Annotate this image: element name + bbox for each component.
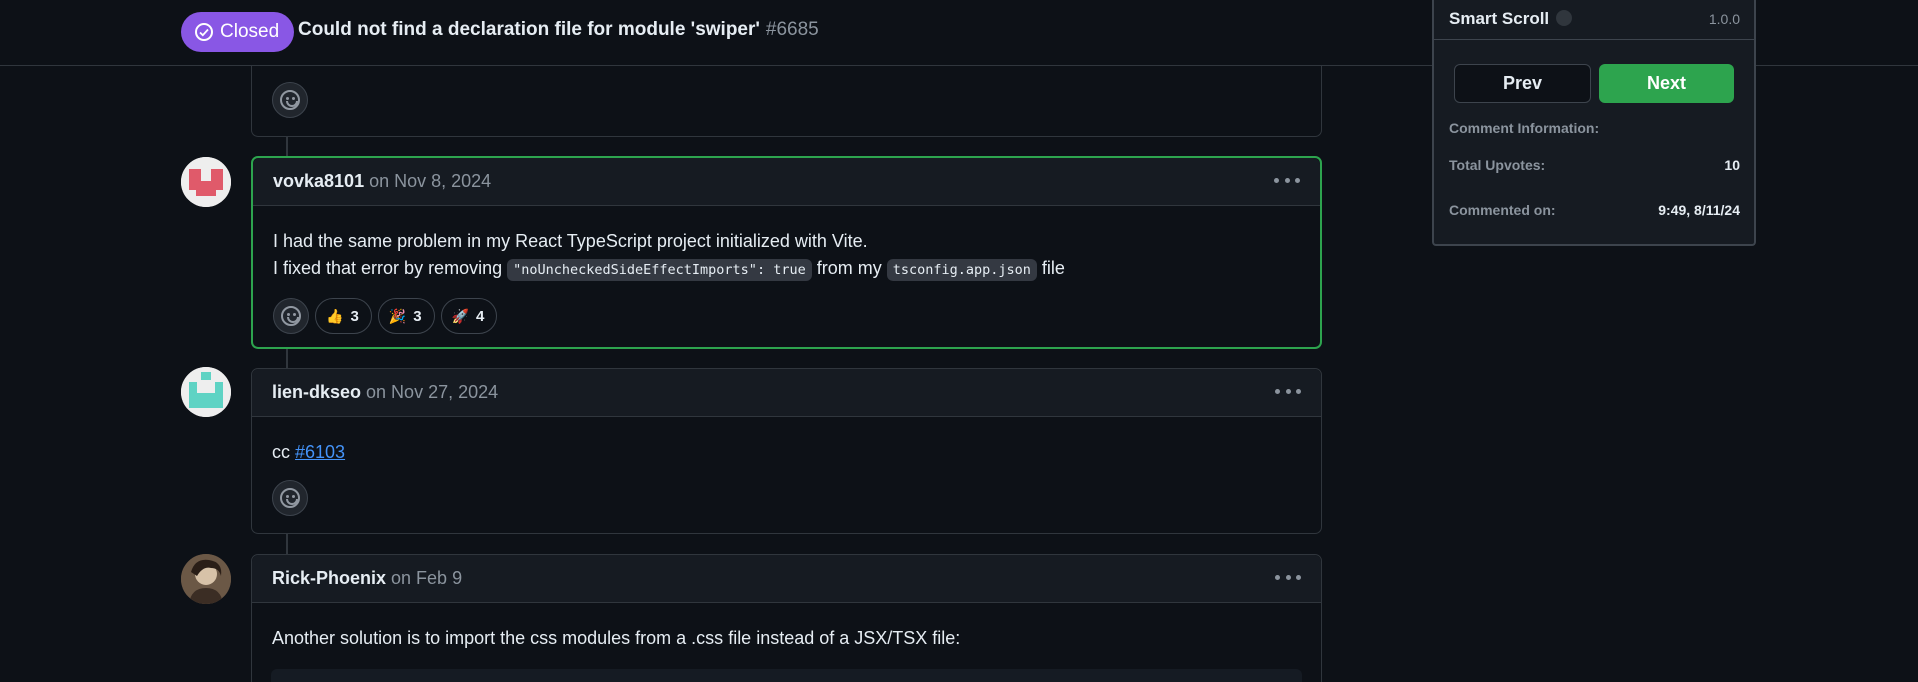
- add-reaction-button[interactable]: [272, 480, 308, 516]
- total-upvotes-value: 10: [1724, 157, 1740, 173]
- reaction-count: 3: [413, 307, 422, 325]
- issue-number: #6685: [765, 19, 819, 40]
- total-upvotes-label: Total Upvotes:: [1449, 157, 1546, 173]
- text-fragment: I fixed that error by removing: [273, 258, 508, 278]
- comment-header: Rick-Phoenix on Feb 9: [252, 555, 1321, 603]
- avatar[interactable]: [181, 157, 231, 207]
- comment-card: vovka8101 on Nov 8, 2024 I had the same …: [251, 156, 1322, 349]
- smiley-icon: [280, 488, 300, 508]
- comment-body: I had the same problem in my React TypeS…: [253, 206, 1320, 350]
- comment-line: cc #6103: [272, 439, 1301, 466]
- comment-header: vovka8101 on Nov 8, 2024: [253, 158, 1320, 206]
- more-options-icon[interactable]: [1274, 170, 1300, 190]
- issue-link[interactable]: #6103: [295, 442, 345, 462]
- photo-avatar-icon: [181, 554, 231, 604]
- inline-code: tsconfig.app.json: [886, 259, 1037, 281]
- avatar[interactable]: [181, 367, 231, 417]
- reaction-rocket[interactable]: 🚀 4: [440, 298, 498, 334]
- commented-on-label: Commented on:: [1449, 202, 1556, 218]
- reactions-bar: 👍 3 🎉 3 🚀 4: [273, 298, 1300, 334]
- code-block: [271, 669, 1302, 682]
- comment-date[interactable]: on Nov 27, 2024: [366, 382, 498, 403]
- comment-card: lien-dkseo on Nov 27, 2024 cc #6103: [251, 368, 1322, 534]
- timeline-connector: [286, 348, 288, 368]
- check-circle-icon: [195, 23, 213, 41]
- comment-line: I fixed that error by removing "noUnchec…: [273, 255, 1300, 284]
- issue-title[interactable]: Could not find a declaration file for mo…: [298, 19, 819, 41]
- state-label: Closed: [220, 21, 280, 42]
- party-popper-icon: 🎉: [388, 307, 407, 324]
- closed-state-badge: Closed: [181, 12, 295, 52]
- comment-line: Another solution is to import the css mo…: [272, 628, 961, 648]
- text-fragment: cc: [272, 442, 296, 462]
- add-reaction-button[interactable]: [273, 298, 309, 334]
- smart-scroll-version: 1.0.0: [1708, 11, 1740, 27]
- inline-code: "noUncheckedSideEffectImports": true: [507, 259, 812, 281]
- smart-scroll-header: Smart Scroll 1.0.0: [1434, 0, 1754, 40]
- comment-date[interactable]: on Nov 8, 2024: [369, 171, 491, 192]
- comment-date[interactable]: on Feb 9: [391, 568, 462, 589]
- issue-title-text: Could not find a declaration file for mo…: [298, 19, 760, 40]
- reaction-hooray[interactable]: 🎉 3: [377, 298, 435, 334]
- reactions-bar: [272, 480, 1301, 516]
- comment-line: I had the same problem in my React TypeS…: [273, 231, 868, 251]
- text-fragment: from my: [811, 258, 887, 278]
- commented-on-value: 9:49, 8/11/24: [1658, 202, 1740, 218]
- comment-body: Another solution is to import the css mo…: [252, 603, 1321, 668]
- comment-information-label: Comment Information:: [1449, 120, 1600, 136]
- prev-button[interactable]: Prev: [1454, 64, 1591, 103]
- more-options-icon[interactable]: [1275, 381, 1301, 401]
- comment-author[interactable]: vovka8101: [273, 171, 364, 192]
- comment-header: lien-dkseo on Nov 27, 2024: [252, 369, 1321, 417]
- identicon-avatar-icon: [181, 157, 231, 207]
- smiley-icon: [280, 90, 300, 110]
- github-icon[interactable]: [1556, 10, 1572, 26]
- timeline-connector: [286, 534, 288, 554]
- add-reaction-button[interactable]: [272, 82, 308, 118]
- comment-card: Rick-Phoenix on Feb 9 Another solution i…: [251, 554, 1322, 682]
- smart-scroll-panel: Smart Scroll 1.0.0 Prev Next Comment Inf…: [1432, 0, 1756, 246]
- reaction-thumbs-up[interactable]: 👍 3: [315, 298, 372, 334]
- next-button[interactable]: Next: [1599, 64, 1734, 103]
- smiley-icon: [281, 306, 301, 326]
- reaction-count: 3: [350, 307, 359, 325]
- rocket-icon: 🚀: [451, 307, 469, 324]
- thumbs-up-icon: 👍: [326, 307, 344, 324]
- smart-scroll-title: Smart Scroll: [1449, 9, 1550, 28]
- comment-body: cc #6103: [252, 417, 1321, 532]
- timeline-connector: [286, 136, 288, 156]
- more-options-icon[interactable]: [1275, 567, 1301, 587]
- comment-author[interactable]: lien-dkseo: [272, 382, 361, 403]
- text-fragment: file: [1036, 258, 1065, 278]
- reaction-count: 4: [476, 307, 485, 325]
- comment-author[interactable]: Rick-Phoenix: [272, 568, 386, 589]
- avatar[interactable]: [181, 554, 231, 604]
- identicon-avatar-icon: [181, 367, 231, 417]
